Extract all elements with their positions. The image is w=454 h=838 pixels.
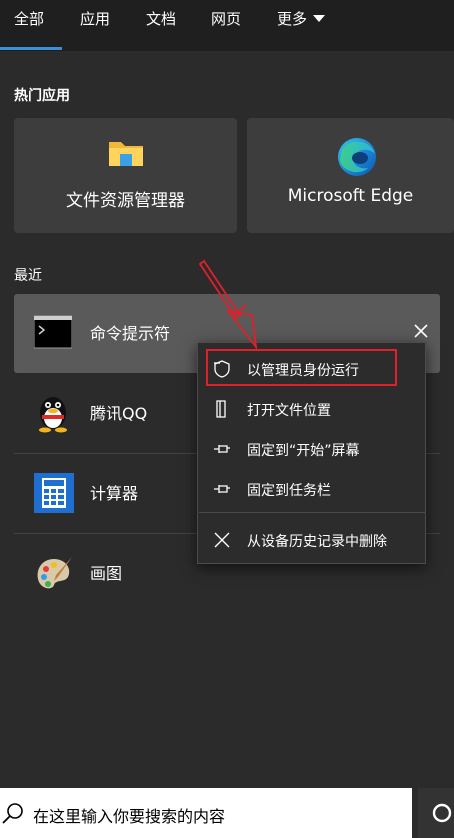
cortana-button[interactable]	[418, 788, 454, 838]
annotation-arrow-icon	[198, 259, 258, 351]
menu-item-pin-to-taskbar[interactable]: 固定到任务栏	[198, 470, 425, 508]
menu-separator	[199, 512, 426, 513]
tile-label: Microsoft Edge	[287, 186, 414, 206]
tab-all[interactable]: 全部	[14, 0, 44, 51]
menu-item-label: 从设备历史记录中删除	[247, 534, 387, 550]
hot-apps-heading: 热门应用	[14, 88, 70, 104]
menu-item-label: 打开文件位置	[247, 403, 331, 419]
menu-item-label: 固定到任务栏	[247, 483, 331, 499]
qq-icon	[34, 395, 72, 433]
search-bar[interactable]: 在这里输入你要搜索的内容	[0, 788, 412, 838]
cortana-icon	[432, 803, 452, 823]
tab-bar: 全部 应用 文档 网页 更多	[0, 0, 454, 51]
pin-icon	[212, 479, 232, 499]
tab-more[interactable]: 更多	[277, 0, 326, 51]
tab-more-label: 更多	[277, 10, 308, 28]
menu-item-open-file-location[interactable]: 打开文件位置	[198, 390, 425, 428]
menu-item-remove-from-history[interactable]: 从设备历史记录中删除	[198, 521, 425, 559]
edge-icon	[336, 136, 378, 182]
paint-icon	[34, 555, 72, 591]
chevron-down-icon	[313, 15, 326, 22]
recent-item-label: 计算器	[90, 484, 139, 503]
cmd-icon	[33, 315, 73, 351]
menu-item-pin-to-start[interactable]: 固定到“开始”屏幕	[198, 430, 425, 468]
close-icon[interactable]	[412, 322, 430, 340]
calculator-icon	[34, 473, 74, 513]
close-icon	[212, 530, 232, 550]
recent-item-label: 命令提示符	[90, 324, 171, 343]
recent-heading: 最近	[14, 268, 42, 284]
file-location-icon	[212, 399, 232, 419]
tile-file-explorer[interactable]: 文件资源管理器	[14, 118, 237, 233]
recent-item-label: 画图	[90, 564, 123, 583]
active-tab-indicator	[0, 47, 62, 50]
recent-item-label: 腾讯QQ	[90, 404, 148, 423]
search-input[interactable]: 在这里输入你要搜索的内容	[33, 803, 225, 827]
start-search-panel: 全部 应用 文档 网页 更多 热门应用 文件资源管理器 Microsoft Ed…	[0, 0, 454, 838]
search-icon	[2, 802, 24, 824]
tile-label: 文件资源管理器	[66, 191, 185, 211]
pin-icon	[212, 439, 232, 459]
tile-microsoft-edge[interactable]: Microsoft Edge	[247, 118, 454, 233]
tab-docs[interactable]: 文档	[146, 0, 176, 51]
folder-icon	[107, 136, 145, 174]
tab-apps[interactable]: 应用	[80, 0, 110, 51]
menu-item-label: 固定到“开始”屏幕	[247, 443, 360, 459]
tab-web[interactable]: 网页	[211, 0, 241, 51]
